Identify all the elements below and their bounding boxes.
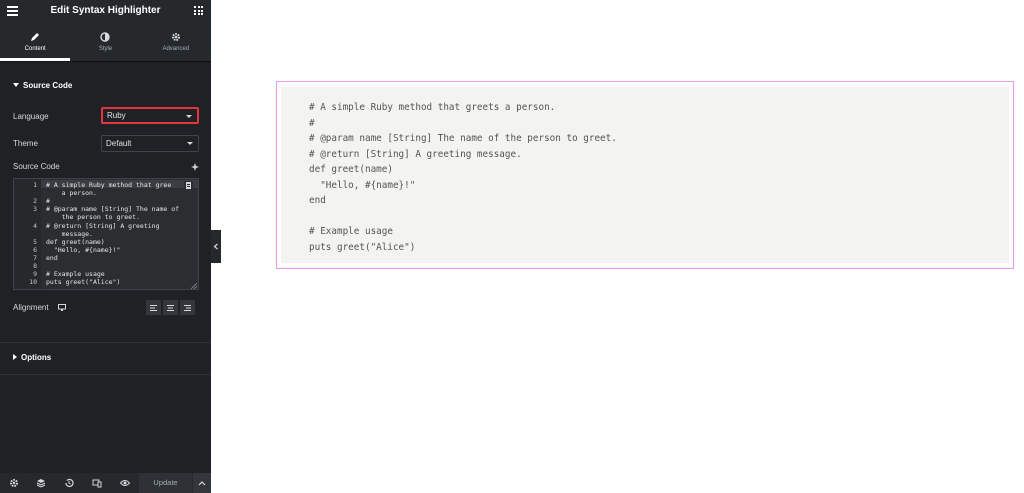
panel-title: Edit Syntax Highlighter [50, 5, 161, 16]
line-number: 2 [33, 197, 37, 206]
line-text: message. [46, 229, 93, 238]
line-number: 4 [33, 221, 37, 230]
line-number: 7 [33, 253, 37, 262]
source-code-editor[interactable]: 1 # A simple Ruby method that gree a pers… [13, 178, 199, 290]
language-select[interactable]: Ruby [101, 107, 199, 124]
align-right-button[interactable] [180, 300, 195, 315]
line-number: 3 [33, 205, 37, 214]
tab-content-label: Content [24, 46, 46, 52]
chevron-down-icon [187, 142, 193, 145]
layers-icon[interactable] [36, 478, 46, 488]
ai-sparkle-icon[interactable] [191, 163, 199, 171]
language-value: Ruby [107, 111, 126, 120]
caret-down-icon [13, 83, 19, 87]
panel-tabs: Content Style Advanced [0, 22, 211, 62]
chevron-left-icon [213, 243, 218, 250]
update-options-button[interactable] [193, 473, 211, 493]
chevron-down-icon [186, 115, 192, 118]
editor-panel: Edit Syntax Highlighter Content Style Ad… [0, 0, 211, 493]
source-code-label: Source Code [13, 162, 60, 171]
update-button[interactable]: Update [139, 473, 192, 493]
line-text: # @param name [String] The name of [46, 205, 180, 214]
tab-content[interactable]: Content [0, 22, 71, 61]
section-divider [0, 374, 211, 375]
line-number: 10 [29, 278, 37, 287]
code-block: # A simple Ruby method that greets a per… [281, 87, 1009, 263]
caret-right-icon [13, 354, 17, 360]
section-divider [0, 342, 211, 343]
collapse-panel-button[interactable] [211, 230, 221, 263]
eye-icon[interactable] [120, 478, 130, 488]
contrast-icon [100, 31, 111, 42]
line-number: 5 [33, 237, 37, 246]
theme-label: Theme [13, 139, 38, 148]
line-number: 8 [33, 262, 37, 270]
source-code-section-title: Source Code [23, 81, 73, 90]
line-text: end [46, 253, 58, 262]
line-text: a person. [46, 189, 97, 198]
options-section-title: Options [21, 353, 52, 362]
syntax-highlighter-widget[interactable]: # A simple Ruby method that greets a per… [276, 81, 1014, 269]
chevron-up-icon [198, 481, 206, 486]
theme-value: Default [106, 139, 132, 148]
line-number: 6 [33, 245, 37, 254]
history-icon[interactable] [64, 478, 74, 488]
align-left-button[interactable] [146, 300, 161, 315]
line-text: # [46, 197, 50, 206]
desktop-icon[interactable] [58, 304, 66, 311]
line-text: def greet(name) [46, 237, 105, 246]
align-center-icon [167, 304, 174, 311]
align-left-icon [150, 304, 157, 311]
responsive-icon[interactable] [92, 478, 102, 488]
copy-icon[interactable] [184, 181, 193, 190]
panel-footer: Update [0, 473, 211, 493]
line-text: the person to greet. [46, 213, 140, 222]
grid-icon[interactable] [194, 6, 203, 15]
line-number: 9 [33, 270, 37, 279]
highlighted-code: # A simple Ruby method that greets a per… [309, 102, 617, 253]
line-text: # A simple Ruby method that gree [46, 181, 172, 189]
line-text: # Example usage [46, 270, 105, 279]
line-text: puts greet("Alice") [46, 278, 121, 287]
alignment-buttons [146, 300, 195, 315]
line-text: "Hello, #{name}!" [46, 245, 121, 254]
line-number: 1 [33, 181, 37, 189]
tab-advanced-label: Advanced [162, 46, 190, 52]
source-code-section-toggle[interactable]: Source Code [13, 81, 72, 90]
settings-icon[interactable] [9, 478, 19, 488]
theme-select[interactable]: Default [101, 135, 199, 152]
gear-icon [171, 32, 180, 41]
pencil-icon [31, 32, 40, 41]
align-center-button[interactable] [163, 300, 178, 315]
alignment-label: Alignment [13, 303, 49, 312]
language-label: Language [13, 112, 49, 121]
line-text: # @return [String] A greeting [46, 221, 160, 230]
align-right-icon [184, 304, 191, 311]
tab-style-label: Style [98, 46, 113, 52]
resize-handle-icon[interactable] [191, 283, 197, 289]
panel-header: Edit Syntax Highlighter [0, 0, 211, 22]
options-section-toggle[interactable]: Options [13, 353, 51, 362]
tab-style[interactable]: Style [70, 22, 140, 61]
tab-advanced[interactable]: Advanced [141, 22, 211, 61]
